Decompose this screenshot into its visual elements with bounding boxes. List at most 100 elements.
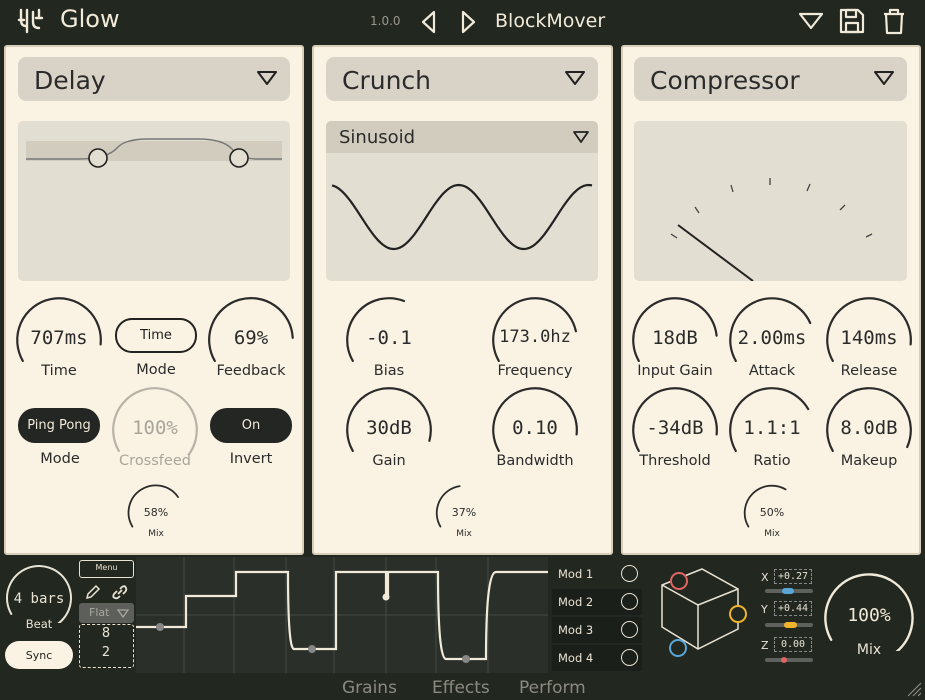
y-control[interactable]: Y +0.44 xyxy=(758,599,818,633)
release-label: Release xyxy=(840,363,898,379)
beat-label: Beat xyxy=(25,617,53,631)
mod-row-4[interactable]: Mod 4 xyxy=(552,645,642,671)
delay-title: Delay xyxy=(34,66,106,95)
bandwidth-label: Bandwidth xyxy=(496,453,574,469)
pingpong-button[interactable]: Ping Pong xyxy=(18,408,100,443)
mod-label-3: Mod 3 xyxy=(558,623,594,637)
threshold-knob[interactable]: -34dB Threshold xyxy=(630,385,720,485)
mode-button[interactable]: Time xyxy=(115,318,197,353)
mod-row-2[interactable]: Mod 2 xyxy=(552,589,642,615)
xyz-cube-icon[interactable] xyxy=(654,563,754,663)
z-control[interactable]: Z 0.00 xyxy=(758,635,818,669)
time-signature[interactable]: 8 2 xyxy=(79,624,134,668)
gain-value: 30dB xyxy=(366,417,412,439)
mod-source-1-icon[interactable] xyxy=(621,565,638,582)
attack-knob[interactable]: 2.00ms Attack xyxy=(727,295,817,395)
mod-source-4-icon[interactable] xyxy=(621,649,638,666)
mod-source-2-icon[interactable] xyxy=(621,593,638,610)
tab-perform[interactable]: Perform xyxy=(519,678,586,698)
feedback-label: Feedback xyxy=(216,363,286,379)
crunch-panel: Crunch Sinusoid -0.1 Bias 173.0hz Freque… xyxy=(312,45,613,555)
pingpong-control: Ping Pong Mode xyxy=(14,387,106,477)
delay-mix-knob[interactable]: 58% Mix xyxy=(126,483,186,543)
chevron-down-icon xyxy=(874,71,894,85)
gain-reduction-meter xyxy=(670,178,873,281)
curve-type-dropdown[interactable]: Flat xyxy=(79,603,134,623)
crunch-display[interactable]: Sinusoid xyxy=(326,121,598,281)
pencil-icon[interactable] xyxy=(84,583,102,601)
master-mix-label: Mix xyxy=(856,642,882,658)
chevron-down-icon xyxy=(565,71,585,85)
bias-value: -0.1 xyxy=(366,327,412,349)
mod-row-1[interactable]: Mod 1 xyxy=(552,561,642,587)
delay-panel: Delay 707ms Time Time Mode 69% Feedback … xyxy=(4,45,304,555)
release-knob[interactable]: 140ms Release xyxy=(824,295,914,395)
bias-label: Bias xyxy=(373,363,405,379)
prev-preset-icon[interactable] xyxy=(419,10,439,34)
next-preset-icon[interactable] xyxy=(458,10,478,34)
crossfeed-knob[interactable]: 100% Crossfeed xyxy=(110,385,200,485)
x-control[interactable]: X +0.27 xyxy=(758,567,818,601)
time-label: Time xyxy=(41,363,77,379)
bias-knob[interactable]: -0.1 Bias xyxy=(344,295,434,395)
gain-knob[interactable]: 30dB Gain xyxy=(344,385,434,485)
menu-button[interactable]: Menu xyxy=(79,560,134,578)
ratio-knob[interactable]: 1.1:1 Ratio xyxy=(727,385,817,485)
makeup-label: Makeup xyxy=(840,453,898,469)
master-mix-value: 100% xyxy=(847,605,891,626)
y-slider-thumb[interactable] xyxy=(784,622,797,628)
x-value[interactable]: +0.27 xyxy=(774,569,812,584)
header-bar: Glow 1.0.0 BlockMover xyxy=(0,0,925,42)
tab-effects[interactable]: Effects xyxy=(432,678,490,698)
delay-type-dropdown[interactable]: Delay xyxy=(18,57,290,101)
ratio-value: 1.1:1 xyxy=(743,417,801,439)
preset-name[interactable]: BlockMover xyxy=(495,10,605,32)
time-knob[interactable]: 707ms Time xyxy=(14,295,104,395)
y-value[interactable]: +0.44 xyxy=(774,601,812,616)
mod-source-3-icon[interactable] xyxy=(621,621,638,638)
z-label: Z xyxy=(761,639,769,652)
glow-logo-icon xyxy=(17,8,44,34)
delay-display[interactable] xyxy=(18,121,290,281)
gain-label: Gain xyxy=(372,453,406,469)
compressor-mix-value: 50% xyxy=(759,506,785,519)
master-mix-knob[interactable]: 100% Mix xyxy=(822,571,916,667)
shape-dropdown[interactable]: Sinusoid xyxy=(326,121,598,153)
frequency-label: Frequency xyxy=(497,363,573,379)
link-icon[interactable] xyxy=(110,583,130,601)
pingpong-label: Mode xyxy=(40,451,80,467)
attack-value: 2.00ms xyxy=(737,327,807,349)
z-slider-thumb[interactable] xyxy=(781,657,787,663)
z-value[interactable]: 0.00 xyxy=(774,637,812,652)
crunch-mix-value: 37% xyxy=(451,506,477,519)
y-label: Y xyxy=(761,603,768,616)
bandwidth-knob[interactable]: 0.10 Bandwidth xyxy=(490,385,580,485)
save-icon[interactable] xyxy=(838,7,866,35)
trash-icon[interactable] xyxy=(880,6,908,36)
mod-row-3[interactable]: Mod 3 xyxy=(552,617,642,643)
tab-grains[interactable]: Grains xyxy=(342,678,397,698)
makeup-knob[interactable]: 8.0dB Makeup xyxy=(824,385,914,485)
crunch-mix-knob[interactable]: 37% Mix xyxy=(434,483,494,543)
preset-menu-icon[interactable] xyxy=(798,11,824,31)
sine-wave xyxy=(331,183,593,251)
sync-button[interactable]: Sync xyxy=(5,641,73,669)
z-slider-track[interactable] xyxy=(765,658,813,662)
x-slider-thumb[interactable] xyxy=(782,588,794,594)
ratio-label: Ratio xyxy=(753,453,791,469)
delay-mix-label: Mix xyxy=(148,529,164,539)
crunch-type-dropdown[interactable]: Crunch xyxy=(326,57,598,101)
crunch-title: Crunch xyxy=(342,66,432,95)
threshold-label: Threshold xyxy=(639,453,711,469)
input-gain-knob[interactable]: 18dB Input Gain xyxy=(630,295,720,395)
resize-handle-icon[interactable] xyxy=(906,681,922,697)
feedback-knob[interactable]: 69% Feedback xyxy=(206,295,296,395)
time-sig-denominator: 2 xyxy=(101,645,111,660)
invert-button[interactable]: On xyxy=(210,408,292,443)
crossfeed-value: 100% xyxy=(132,417,178,439)
frequency-knob[interactable]: 173.0hz Frequency xyxy=(490,295,580,395)
feedback-value: 69% xyxy=(233,327,269,349)
compressor-mix-knob[interactable]: 50% Mix xyxy=(742,483,802,543)
compressor-type-dropdown[interactable]: Compressor xyxy=(634,57,907,101)
step-sequencer-grid[interactable] xyxy=(136,557,548,673)
